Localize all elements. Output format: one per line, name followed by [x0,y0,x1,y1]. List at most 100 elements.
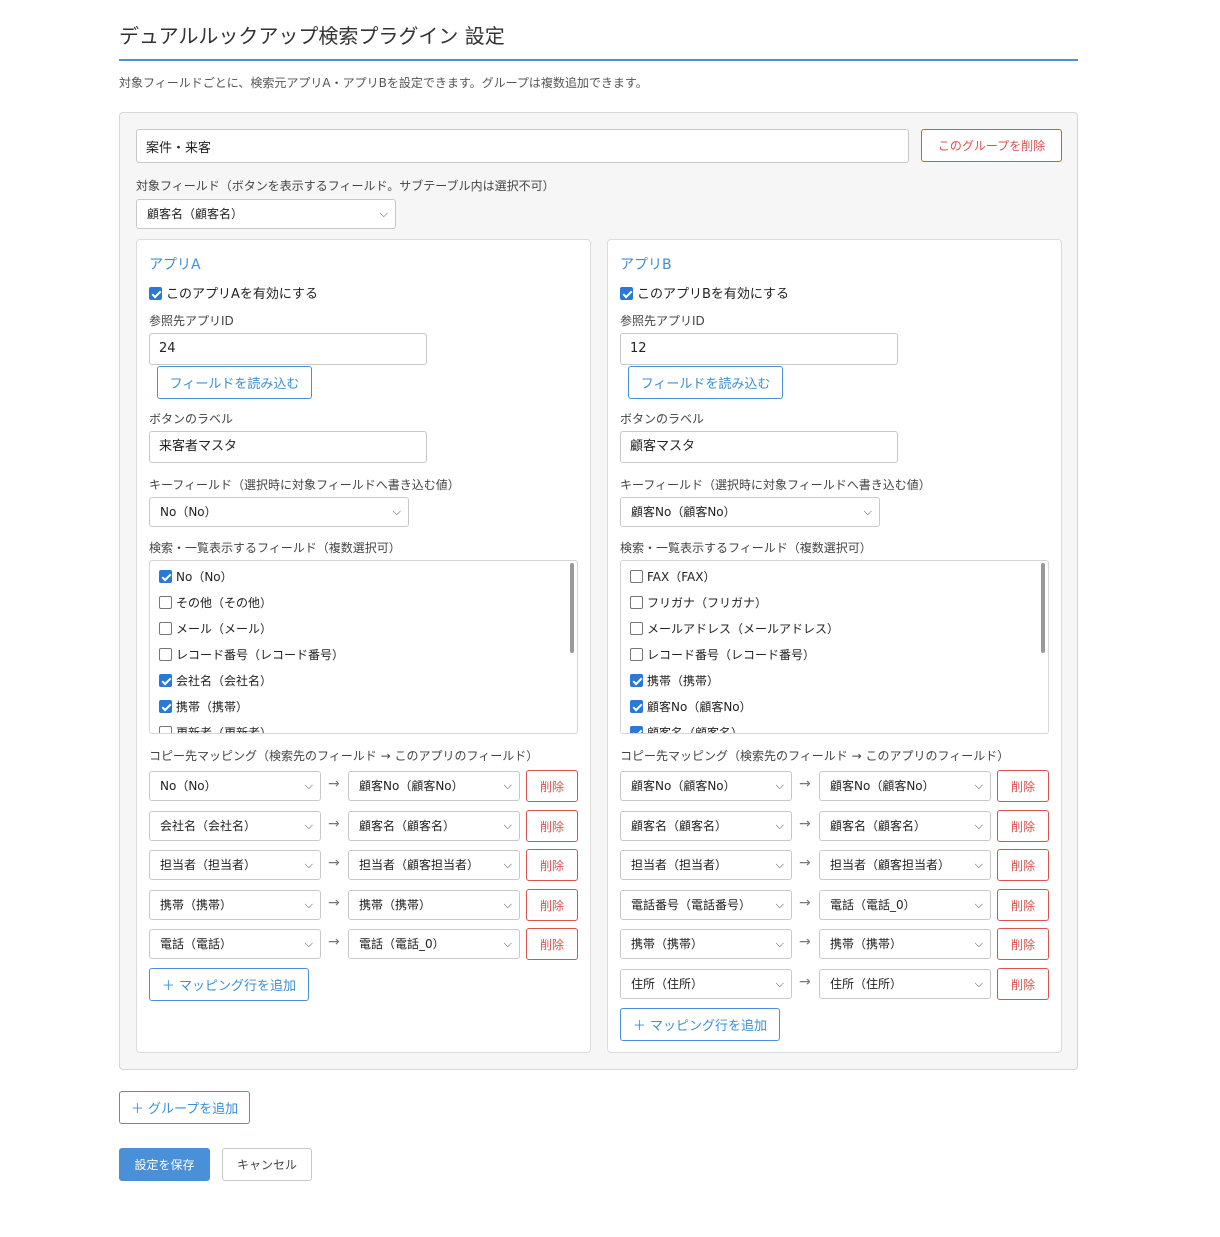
mapping-source-select[interactable]: No（No） ⌵ [149,771,321,801]
app-a-load-fields-button[interactable]: フィールドを読み込む [157,366,312,399]
chevron-down-icon: ⌵ [304,898,313,911]
list-item[interactable]: 携帯（携帯） [630,672,719,689]
list-item[interactable]: 携帯（携帯） [159,698,248,715]
chevron-down-icon: ⌵ [503,898,512,911]
checkbox[interactable] [159,674,172,687]
checkbox[interactable] [159,648,172,661]
checkbox[interactable] [159,570,172,583]
mapping-source-select[interactable]: 電話（電話） ⌵ [149,929,321,959]
list-item[interactable]: その他（その他） [159,594,272,611]
list-item[interactable]: フリガナ（フリガナ） [630,594,767,611]
mapping-target-select[interactable]: 顧客名（顧客名） ⌵ [819,811,991,841]
app-a-app-id-input[interactable]: 24 [149,333,427,365]
mapping-target-select[interactable]: 住所（住所） ⌵ [819,969,991,999]
checkbox[interactable] [630,726,643,733]
mapping-source-select[interactable]: 携帯（携帯） ⌵ [620,929,792,959]
list-item[interactable]: 更新者（更新者） [159,724,272,733]
list-item[interactable]: FAX（FAX） [630,568,715,585]
list-item[interactable]: 顧客No（顧客No） [630,698,752,715]
checkbox[interactable] [159,700,172,713]
group-name-input[interactable] [136,129,909,163]
checkbox[interactable] [159,726,172,733]
list-item[interactable]: レコード番号（レコード番号） [159,646,344,663]
app-a-key-field-select[interactable]: No（No） ⌵ [149,497,409,527]
mapping-source-select[interactable]: 顧客名（顧客名） ⌵ [620,811,792,841]
app-b-fields-listbox[interactable]: FAX（FAX） フリガナ（フリガナ） メールアドレス（メールアドレス） レコー… [620,560,1049,734]
mapping-target-select[interactable]: 顧客名（顧客名） ⌵ [348,811,520,841]
delete-group-button[interactable]: このグループを削除 [921,129,1062,162]
page-description: 対象フィールドごとに、検索元アプリA・アプリBを設定できます。グループは複数追加… [119,76,648,90]
app-b-load-fields-button[interactable]: フィールドを読み込む [628,366,783,399]
checkbox[interactable] [630,674,643,687]
delete-mapping-button[interactable]: 削除 [997,849,1049,881]
app-b-app-id-input[interactable]: 12 [620,333,898,365]
checkbox[interactable] [630,648,643,661]
chevron-down-icon: ⌵ [775,977,784,990]
delete-mapping-button[interactable]: 削除 [526,849,578,881]
mapping-source-select[interactable]: 顧客No（顧客No） ⌵ [620,771,792,801]
app-a-add-mapping-button[interactable]: ＋ マッピング行を追加 [149,968,309,1001]
app-a-enable-row[interactable]: このアプリAを有効にする [149,283,318,302]
mapping-source-select[interactable]: 電話番号（電話番号） ⌵ [620,890,792,920]
app-a-button-label-input[interactable]: 来客者マスタ [149,431,427,463]
add-group-button[interactable]: ＋ グループを追加 [119,1091,250,1124]
list-item[interactable]: メール（メール） [159,620,272,637]
app-a-fields-label: 検索・一覧表示するフィールド（複数選択可） [149,541,401,555]
app-b-enable-row[interactable]: このアプリBを有効にする [620,283,789,302]
cancel-button[interactable]: キャンセル [222,1148,312,1181]
checkbox[interactable] [159,596,172,609]
delete-mapping-button[interactable]: 削除 [997,968,1049,1000]
chevron-down-icon: ⌵ [392,505,401,518]
app-b-key-field-select[interactable]: 顧客No（顧客No） ⌵ [620,497,880,527]
app-b-enable-checkbox[interactable] [620,287,633,300]
delete-mapping-button[interactable]: 削除 [997,928,1049,960]
target-field-label: 対象フィールド（ボタンを表示するフィールド。サブテーブル内は選択不可） [136,179,555,193]
app-a-enable-checkbox[interactable] [149,287,162,300]
chevron-down-icon: ⌵ [775,937,784,950]
checkbox[interactable] [630,700,643,713]
delete-mapping-button[interactable]: 削除 [997,770,1049,802]
delete-mapping-button[interactable]: 削除 [526,810,578,842]
mapping-target-select[interactable]: 電話（電話_0） ⌵ [819,890,991,920]
app-a-button-label-label: ボタンのラベル [149,412,234,426]
app-a-fields-listbox[interactable]: No（No） その他（その他） メール（メール） レコード番号（レコード番号） … [149,560,578,734]
mapping-target-select[interactable]: 携帯（携帯） ⌵ [819,929,991,959]
delete-mapping-button[interactable]: 削除 [526,889,578,921]
list-item[interactable]: 顧客名（顧客名） [630,724,743,733]
app-b-panel: アプリB このアプリBを有効にする 参照先アプリID 12 フィールドを読み込む… [607,239,1062,1053]
checkbox[interactable] [630,622,643,635]
list-item[interactable]: No（No） [159,568,233,585]
checkbox[interactable] [159,622,172,635]
delete-mapping-button[interactable]: 削除 [997,889,1049,921]
app-b-button-label-input[interactable]: 顧客マスタ [620,431,898,463]
mapping-target-select[interactable]: 顧客No（顧客No） ⌵ [348,771,520,801]
mapping-source-select[interactable]: 携帯（携帯） ⌵ [149,890,321,920]
chevron-down-icon: ⌵ [863,505,872,518]
mapping-source-select[interactable]: 住所（住所） ⌵ [620,969,792,999]
delete-mapping-button[interactable]: 削除 [526,928,578,960]
app-b-key-field-label: キーフィールド（選択時に対象フィールドへ書き込む値） [620,478,931,492]
list-item[interactable]: 会社名（会社名） [159,672,272,689]
mapping-source-select[interactable]: 担当者（担当者） ⌵ [149,850,321,880]
checkbox[interactable] [630,596,643,609]
checkbox[interactable] [630,570,643,583]
scrollbar-thumb[interactable] [1041,563,1045,653]
mapping-source-select[interactable]: 会社名（会社名） ⌵ [149,811,321,841]
mapping-source-select[interactable]: 担当者（担当者） ⌵ [620,850,792,880]
delete-mapping-button[interactable]: 削除 [997,810,1049,842]
mapping-row: 電話番号（電話番号） ⌵ → 電話（電話_0） ⌵ 削除 [620,889,1050,921]
mapping-target-select[interactable]: 担当者（顧客担当者） ⌵ [348,850,520,880]
list-item[interactable]: メールアドレス（メールアドレス） [630,620,839,637]
app-b-add-mapping-button[interactable]: ＋ マッピング行を追加 [620,1008,780,1041]
save-settings-button[interactable]: 設定を保存 [119,1148,210,1181]
delete-mapping-button[interactable]: 削除 [526,770,578,802]
list-item[interactable]: レコード番号（レコード番号） [630,646,815,663]
mapping-target-select[interactable]: 担当者（顧客担当者） ⌵ [819,850,991,880]
chevron-down-icon: ⌵ [379,207,388,220]
mapping-target-select[interactable]: 顧客No（顧客No） ⌵ [819,771,991,801]
target-field-select[interactable]: 顧客名（顧客名） ⌵ [136,199,396,229]
scrollbar-thumb[interactable] [570,563,574,653]
mapping-target-select[interactable]: 電話（電話_0） ⌵ [348,929,520,959]
arrow-right-icon: → [799,974,811,990]
mapping-target-select[interactable]: 携帯（携帯） ⌵ [348,890,520,920]
